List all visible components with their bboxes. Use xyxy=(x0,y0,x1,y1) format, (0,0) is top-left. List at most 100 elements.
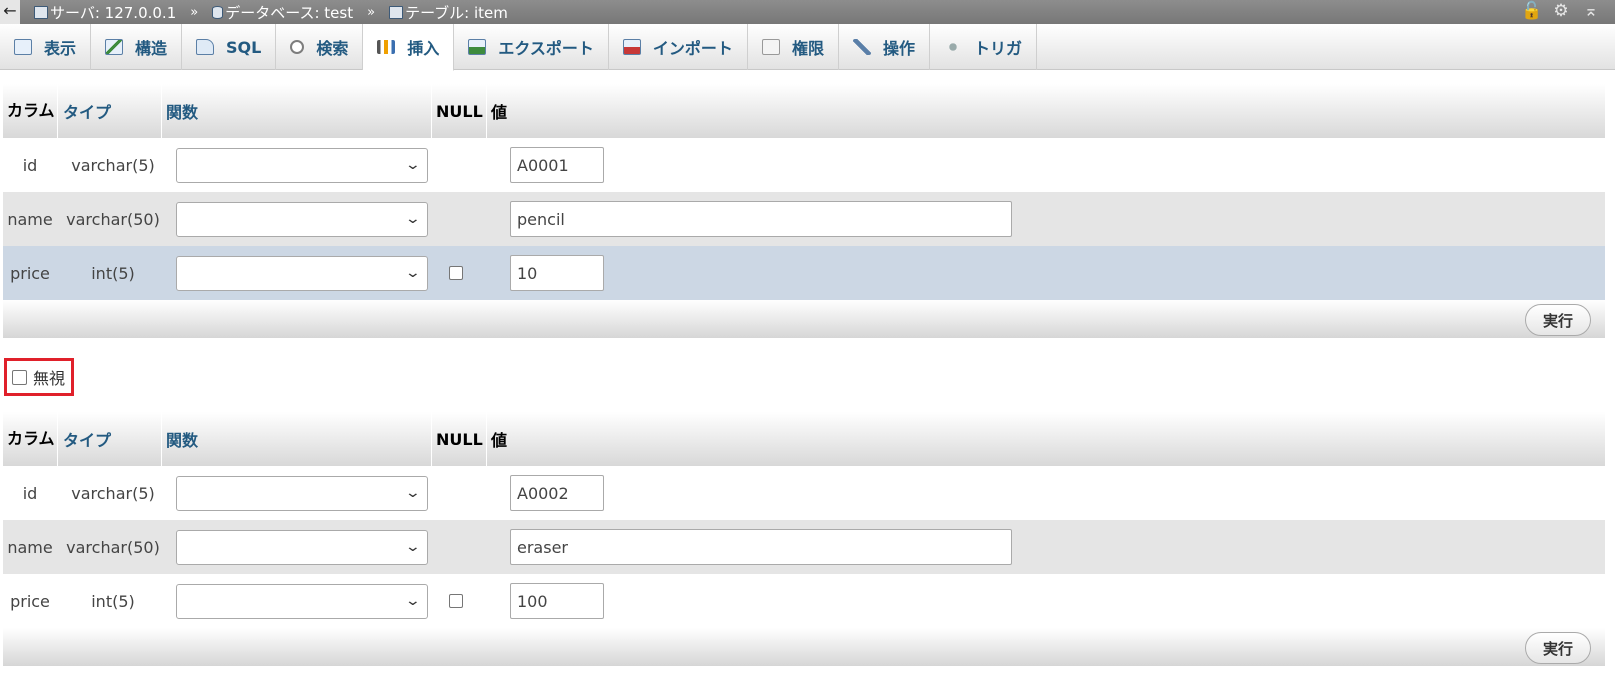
tab-export[interactable]: エクスポート xyxy=(454,24,609,70)
privileges-icon xyxy=(761,39,780,55)
null-checkbox[interactable] xyxy=(449,266,463,280)
tab-privileges[interactable]: 権限 xyxy=(748,24,839,70)
tab-triggers[interactable]: トリガ xyxy=(930,24,1037,70)
column-type: int(5) xyxy=(91,263,135,283)
table-row: id varchar(5) ⌄ A0001 xyxy=(3,138,1605,192)
breadcrumb-server[interactable]: サーバ: 127.0.0.1 xyxy=(34,2,176,23)
header-column: カラム xyxy=(7,101,55,120)
column-type: varchar(5) xyxy=(71,155,155,175)
tab-label: トリガ xyxy=(973,39,1022,58)
column-type: varchar(50) xyxy=(66,209,160,229)
chevron-down-icon: ⌄ xyxy=(404,539,422,555)
chevron-down-icon: ⌄ xyxy=(404,211,422,227)
column-name: name xyxy=(7,537,53,557)
header-null: NULL xyxy=(436,429,483,449)
column-type: varchar(5) xyxy=(71,483,155,503)
ignore-label: 無視 xyxy=(33,369,66,388)
tab-label: SQL xyxy=(226,37,262,57)
function-select[interactable]: ⌄ xyxy=(176,476,428,511)
tab-sql[interactable]: SQL xyxy=(182,24,277,70)
tab-browse[interactable]: 表示 xyxy=(0,24,92,70)
function-select[interactable]: ⌄ xyxy=(176,202,428,237)
value-input[interactable]: 10 xyxy=(510,255,604,291)
back-arrow-icon[interactable]: ← xyxy=(0,0,20,24)
table-icon xyxy=(389,5,404,19)
tab-insert[interactable]: 挿入 xyxy=(363,24,455,71)
import-icon xyxy=(622,39,641,55)
function-select[interactable]: ⌄ xyxy=(176,530,428,565)
value-input[interactable]: pencil xyxy=(510,201,1012,237)
column-type: int(5) xyxy=(91,591,135,611)
function-select[interactable]: ⌄ xyxy=(176,148,428,183)
table-row: name varchar(50) ⌄ pencil xyxy=(3,192,1605,246)
header-value: 値 xyxy=(491,431,508,450)
breadcrumb-bar: ← サーバ: 127.0.0.1 » データベース: test » テーブル: … xyxy=(0,0,1615,24)
database-icon xyxy=(212,5,224,19)
tab-structure[interactable]: 構造 xyxy=(91,24,183,70)
operations-icon xyxy=(852,39,871,55)
table-row: price int(5) ⌄ 10 xyxy=(3,246,1605,300)
column-name: id xyxy=(22,155,38,175)
chevron-down-icon: ⌄ xyxy=(404,157,422,173)
breadcrumb-separator: » xyxy=(190,4,199,20)
sql-icon xyxy=(196,39,215,55)
header-type[interactable]: タイプ xyxy=(63,412,111,466)
breadcrumb-table[interactable]: テーブル: item xyxy=(389,2,508,23)
table-row: name varchar(50) ⌄ eraser xyxy=(3,520,1605,574)
value-input[interactable]: 100 xyxy=(510,583,604,619)
chevron-down-icon: ⌄ xyxy=(404,485,422,501)
tab-search[interactable]: 検索 xyxy=(276,24,364,70)
triggers-icon xyxy=(943,39,962,55)
structure-icon xyxy=(105,39,124,55)
function-select[interactable]: ⌄ xyxy=(176,256,428,291)
table-header: カラム タイプ 関数 NULL 値 xyxy=(3,412,1605,466)
header-null: NULL xyxy=(436,101,483,121)
column-type: varchar(50) xyxy=(66,537,160,557)
gear-icon[interactable]: ⚙ xyxy=(1551,1,1571,21)
tab-operations[interactable]: 操作 xyxy=(839,24,930,70)
tab-label: 操作 xyxy=(882,39,915,58)
top-right-icons: 🔓 ⚙ ⌅ xyxy=(1521,1,1601,21)
header-type[interactable]: タイプ xyxy=(63,84,111,138)
lock-icon[interactable]: 🔓 xyxy=(1521,1,1542,21)
value-input[interactable]: A0002 xyxy=(510,475,604,511)
null-checkbox[interactable] xyxy=(449,594,463,608)
form-footer: 実行 xyxy=(3,628,1605,666)
insert-icon xyxy=(377,40,396,54)
breadcrumb-server-label: サーバ: 127.0.0.1 xyxy=(50,3,177,22)
breadcrumb-database[interactable]: データベース: test xyxy=(212,2,353,23)
table-row: price int(5) ⌄ 100 xyxy=(3,574,1605,628)
breadcrumb-table-label: テーブル: item xyxy=(405,3,508,22)
server-icon xyxy=(34,5,48,19)
tab-label: 権限 xyxy=(791,39,824,58)
browse-icon xyxy=(14,39,32,55)
value-input[interactable]: eraser xyxy=(510,529,1012,565)
tab-label: エクスポート xyxy=(498,39,594,58)
form-footer: 実行 xyxy=(3,300,1605,338)
column-name: price xyxy=(10,591,50,611)
header-function[interactable]: 関数 xyxy=(166,84,198,138)
go-button[interactable]: 実行 xyxy=(1525,304,1591,336)
table-row: id varchar(5) ⌄ A0002 xyxy=(3,466,1605,520)
ignore-toggle[interactable]: 無視 xyxy=(4,358,74,396)
chevron-down-icon: ⌄ xyxy=(404,265,422,281)
breadcrumb: サーバ: 127.0.0.1 » データベース: test » テーブル: it… xyxy=(34,0,508,24)
value-input[interactable]: A0001 xyxy=(510,147,604,183)
collapse-icon[interactable]: ⌅ xyxy=(1581,1,1601,21)
breadcrumb-separator: » xyxy=(367,4,376,20)
tab-label: 表示 xyxy=(44,39,77,58)
search-icon xyxy=(290,40,305,54)
table-header: カラム タイプ 関数 NULL 値 xyxy=(3,84,1605,138)
ignore-checkbox[interactable] xyxy=(12,369,27,385)
header-function[interactable]: 関数 xyxy=(166,412,198,466)
column-name: price xyxy=(10,263,50,283)
chevron-down-icon: ⌄ xyxy=(404,593,422,609)
tab-import[interactable]: インポート xyxy=(609,24,748,70)
header-column: カラム xyxy=(7,429,55,448)
column-name: id xyxy=(22,483,38,503)
go-button[interactable]: 実行 xyxy=(1525,632,1591,664)
tab-bar: 表示 構造 SQL 検索 挿入 エクスポート インポート 権限 操作 トリガ xyxy=(0,24,1615,71)
tab-label: インポート xyxy=(652,39,733,58)
breadcrumb-database-label: データベース: test xyxy=(225,3,354,22)
function-select[interactable]: ⌄ xyxy=(176,584,428,619)
